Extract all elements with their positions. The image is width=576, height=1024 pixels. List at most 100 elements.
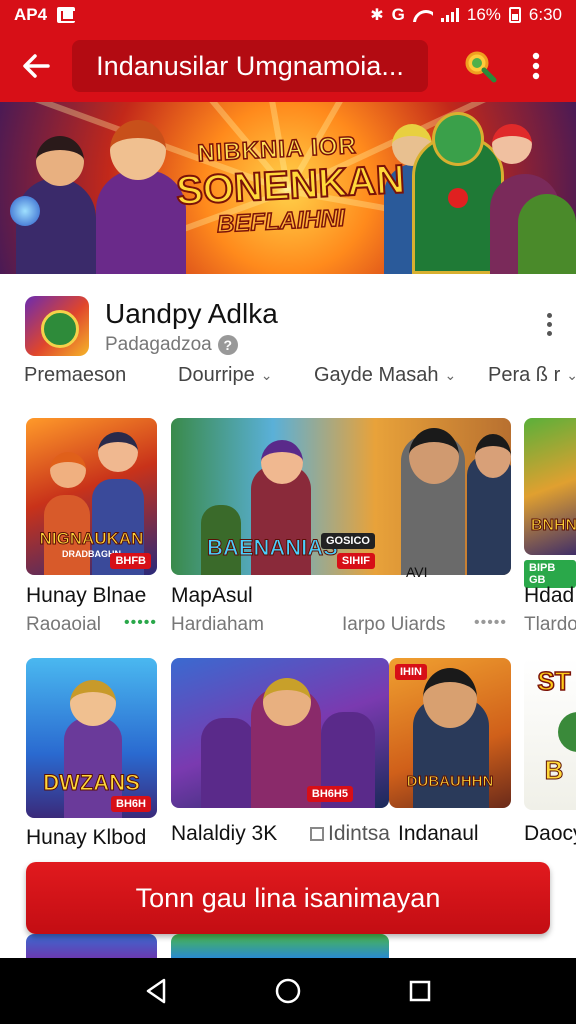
tile-label[interactable]: Daocy	[524, 822, 576, 846]
tile-art-title: DUBAUHHN	[406, 773, 494, 791]
tile-character-head	[50, 452, 86, 488]
banner-hero-left-1-head	[36, 136, 84, 186]
tile-art-title: DWZANS	[43, 770, 141, 796]
chevron-down-icon: ⌄	[444, 367, 457, 383]
system-nav-bar	[0, 958, 576, 1024]
signal-icon	[440, 8, 459, 22]
tile-label[interactable]: Nalaldiy 3K	[171, 822, 277, 846]
game-tile-r3-0[interactable]	[26, 934, 157, 958]
banner-hero-right-4	[518, 194, 576, 274]
nav-recents-button[interactable]	[400, 971, 440, 1011]
banner-hero-left-2	[96, 170, 186, 274]
tile-character-head	[423, 668, 477, 728]
banner-hero-right-2-head	[432, 112, 484, 166]
search-button[interactable]	[450, 30, 510, 102]
battery-percent: 16%	[466, 5, 501, 24]
nav-home-button[interactable]	[268, 971, 308, 1011]
developer-header[interactable]: Uandpy Adlka Padagadzoa ?	[25, 294, 565, 358]
tile-art-title: ST	[537, 665, 572, 697]
nav-back-button[interactable]	[136, 971, 176, 1011]
tile-character-head	[261, 440, 303, 484]
filter-label: Gayde Masah	[314, 364, 439, 386]
tile-mini-label: AVI	[406, 564, 428, 580]
promo-banner[interactable]: NIBKNIA IOR SONENKAN BEFLAIHNI	[0, 102, 576, 274]
tile-label[interactable]: MapAsul	[171, 584, 253, 608]
banner-hero-left-1	[16, 178, 96, 274]
tile-art-title: BNHN	[530, 517, 576, 535]
dot-icon	[546, 321, 552, 327]
g-icon: G	[391, 5, 405, 24]
tile-character	[201, 718, 255, 808]
tile-badge: IHIN	[395, 664, 427, 680]
tile-character-head	[98, 432, 138, 472]
filter-chip-2[interactable]: Gayde Masah ⌄	[314, 364, 456, 387]
tile-badge-secondary: GOSICO	[320, 533, 375, 549]
overflow-menu-button[interactable]	[510, 30, 562, 102]
circle-home-icon	[275, 978, 301, 1004]
banner-orb	[10, 196, 40, 226]
tile-checkbox-label: Idintsa	[328, 822, 390, 845]
game-tile-r1-0[interactable]: NIGNAUKAN DRADBAGHN BHFB	[26, 418, 157, 575]
tile-subtitle: Hardiaham	[171, 614, 264, 635]
game-tile-r1-1[interactable]: BAENANIAS GOSICO SIHIF	[171, 418, 511, 575]
square-recents-icon	[409, 980, 431, 1002]
filter-chip-1[interactable]: Dourripe ⌄	[178, 364, 272, 387]
banner-title: NIBKNIA IOR SONENKAN BEFLAIHNI	[174, 131, 407, 242]
tile-checkbox-label-row[interactable]: Idintsa	[310, 822, 390, 846]
bluetooth-icon: ✱	[370, 7, 384, 24]
game-tile-r3-1[interactable]	[171, 934, 389, 958]
status-bar: AP4 ✱ G 16% 6:30	[0, 0, 576, 30]
rating-dots: •••••	[124, 614, 158, 631]
tile-character-head	[558, 712, 576, 752]
tile-character-head	[70, 680, 116, 726]
primary-action-button[interactable]: Tonn gau lina isanimayan	[26, 862, 550, 934]
banner-hero-right-3-head	[492, 124, 532, 164]
screen: AP4 ✱ G 16% 6:30 Indanusilar Umgnamoia..…	[0, 0, 576, 1024]
developer-name: Uandpy Adlka	[105, 298, 278, 329]
tile-subtitle: Tlardo	[524, 614, 576, 635]
dot-icon	[546, 330, 552, 336]
filter-chips: Premaeson Dourripe ⌄ Gayde Masah ⌄ Pera …	[0, 364, 576, 398]
filter-chip-3[interactable]: Pera ß r ⌄	[488, 364, 576, 387]
status-app-label: AP4	[14, 5, 48, 24]
chevron-down-icon: ⌄	[260, 367, 273, 383]
app-bar: Indanusilar Umgnamoia...	[0, 30, 576, 102]
game-tile-r2-0[interactable]: DWZANS BH6H	[26, 658, 157, 818]
game-tile-r1-3[interactable]: BNHN	[524, 418, 576, 555]
filter-label: Pera ß r	[488, 364, 561, 386]
developer-subtitle-row: Padagadzoa ?	[105, 334, 238, 356]
filter-label: Premaeson	[24, 364, 127, 386]
tile-badge: SIHIF	[336, 553, 375, 569]
tile-subtitle: Raoaoial	[26, 614, 101, 635]
search-icon	[465, 51, 497, 83]
tile-art-subtitle: B	[544, 755, 564, 786]
tile-label[interactable]: Hunay Blnae	[26, 584, 146, 608]
notification-icon	[57, 7, 76, 23]
tile-art-title: BAENANIAS	[207, 535, 339, 561]
filter-chip-0[interactable]: Premaeson	[24, 364, 126, 387]
game-tile-r2-2[interactable]: DUBAUHHN IHIN	[389, 658, 511, 808]
filter-label: Dourripe	[178, 364, 255, 386]
tile-art-title: NIGNAUKAN	[39, 529, 144, 549]
developer-more-button[interactable]	[537, 304, 561, 344]
search-query-field[interactable]: Indanusilar Umgnamoia...	[72, 40, 428, 92]
help-icon[interactable]: ?	[217, 335, 238, 355]
battery-icon	[508, 7, 521, 23]
arrow-left-icon	[23, 54, 50, 78]
dot-icon	[546, 312, 552, 318]
game-tile-r2-3[interactable]: ST B	[524, 658, 576, 810]
game-tile-r2-1[interactable]: BH6H5	[171, 658, 389, 808]
back-button[interactable]	[0, 30, 72, 102]
tile-label[interactable]: Hdad	[524, 584, 574, 608]
tile-badge: BH6H	[111, 796, 151, 812]
tile-badge: BH6H5	[306, 786, 353, 802]
tile-label[interactable]: Hunay Klbod	[26, 826, 146, 850]
triangle-back-icon	[146, 978, 166, 1004]
clock: 6:30	[528, 5, 562, 24]
tile-label[interactable]: Indanaul	[398, 822, 479, 846]
tile-character-head	[263, 678, 311, 726]
chevron-down-icon: ⌄	[566, 367, 576, 383]
tile-badge: BHFB	[110, 553, 151, 569]
app-bar-title: Indanusilar Umgnamoia...	[96, 50, 404, 81]
developer-logo	[25, 296, 89, 356]
